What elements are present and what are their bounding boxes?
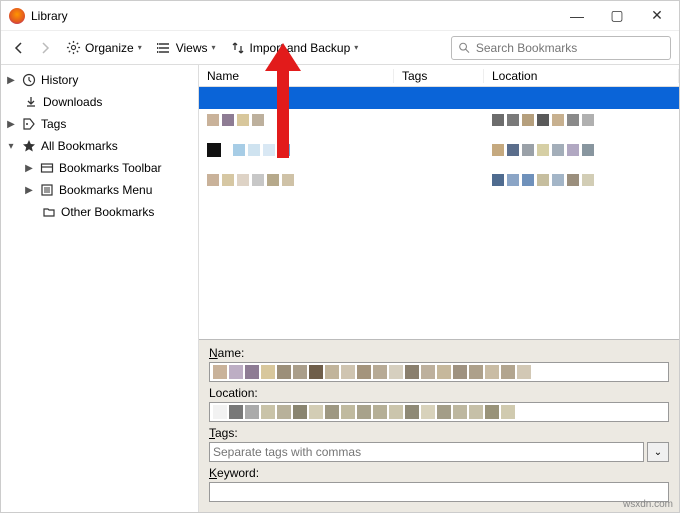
- expand-icon[interactable]: ▶: [23, 185, 35, 196]
- detail-tags-input[interactable]: [209, 442, 644, 462]
- menu-icon: [39, 182, 55, 198]
- views-label: Views: [176, 41, 208, 55]
- detail-name-field: Name:: [209, 346, 669, 382]
- gear-icon: [65, 40, 81, 56]
- watermark: wsxdn.com: [623, 499, 673, 510]
- chevron-down-icon: ▾: [212, 43, 216, 52]
- column-headers: Name Tags Location: [199, 65, 679, 87]
- sidebar-item-bookmarks-toolbar[interactable]: ▶ Bookmarks Toolbar: [1, 157, 198, 179]
- import-export-icon: [230, 40, 246, 56]
- titlebar: Library — ▢ ✕: [1, 1, 679, 31]
- folder-icon: [41, 204, 57, 220]
- sidebar-item-label: Bookmarks Menu: [59, 183, 152, 197]
- expand-icon[interactable]: ▶: [23, 163, 35, 174]
- forward-button[interactable]: [35, 38, 55, 58]
- sidebar-item-label: Tags: [41, 117, 66, 131]
- sidebar-item-tags[interactable]: ▶ Tags: [1, 113, 198, 135]
- back-button[interactable]: [9, 38, 29, 58]
- chevron-down-icon: ▾: [354, 43, 358, 52]
- sidebar: ▶ History Downloads ▶ Tags ▾ All Bookmar…: [1, 65, 199, 512]
- detail-tags-field: Tags: ⌄: [209, 426, 669, 462]
- search-box[interactable]: [451, 36, 671, 60]
- list-icon: [156, 40, 172, 56]
- import-backup-menu[interactable]: Import and Backup ▾: [226, 38, 363, 58]
- expand-icon[interactable]: ▶: [5, 119, 17, 130]
- sidebar-item-history[interactable]: ▶ History: [1, 69, 198, 91]
- close-button[interactable]: ✕: [637, 2, 677, 30]
- search-input[interactable]: [476, 41, 664, 55]
- sidebar-item-label: All Bookmarks: [41, 139, 118, 153]
- import-label: Import and Backup: [250, 41, 351, 55]
- column-name[interactable]: Name: [199, 69, 394, 83]
- app-icon: [9, 8, 25, 24]
- table-row[interactable]: [199, 169, 679, 191]
- content: Name Tags Location Name: Location: Tag: [199, 65, 679, 512]
- detail-keyword-label: Keyword:: [209, 466, 669, 480]
- sidebar-item-label: Other Bookmarks: [61, 205, 154, 219]
- detail-keyword-field: Keyword:: [209, 466, 669, 502]
- detail-tags-label: Tags:: [209, 426, 669, 440]
- sidebar-item-other-bookmarks[interactable]: Other Bookmarks: [1, 201, 198, 223]
- chevron-down-icon: ⌄: [654, 447, 662, 458]
- table-row[interactable]: [199, 87, 679, 109]
- views-menu[interactable]: Views ▾: [152, 38, 220, 58]
- forward-icon: [38, 41, 52, 55]
- organize-label: Organize: [85, 41, 134, 55]
- detail-location-label: Location:: [209, 386, 669, 400]
- detail-keyword-input[interactable]: [209, 482, 669, 502]
- tags-dropdown-button[interactable]: ⌄: [647, 442, 669, 462]
- history-icon: [21, 72, 37, 88]
- tag-icon: [21, 116, 37, 132]
- collapse-icon[interactable]: ▾: [5, 141, 17, 152]
- chevron-down-icon: ▾: [138, 43, 142, 52]
- sidebar-item-all-bookmarks[interactable]: ▾ All Bookmarks: [1, 135, 198, 157]
- detail-pane: Name: Location: Tags: ⌄ Keyword:: [199, 339, 679, 512]
- maximize-button[interactable]: ▢: [597, 2, 637, 30]
- toolbar-icon: [39, 160, 55, 176]
- download-icon: [23, 94, 39, 110]
- back-icon: [12, 41, 26, 55]
- sidebar-item-label: History: [41, 73, 78, 87]
- star-icon: [21, 138, 37, 154]
- toolbar: Organize ▾ Views ▾ Import and Backup ▾: [1, 31, 679, 65]
- expand-icon[interactable]: ▶: [5, 75, 17, 86]
- table-row[interactable]: [199, 109, 679, 131]
- organize-menu[interactable]: Organize ▾: [61, 38, 146, 58]
- sidebar-item-label: Bookmarks Toolbar: [59, 161, 162, 175]
- detail-location-field: Location:: [209, 386, 669, 422]
- table-row[interactable]: [199, 139, 679, 161]
- sidebar-item-label: Downloads: [43, 95, 102, 109]
- search-icon: [458, 41, 470, 54]
- window-title: Library: [31, 9, 557, 23]
- column-tags[interactable]: Tags: [394, 69, 484, 83]
- column-location[interactable]: Location: [484, 69, 679, 83]
- sidebar-item-bookmarks-menu[interactable]: ▶ Bookmarks Menu: [1, 179, 198, 201]
- detail-name-label: Name:: [209, 346, 669, 360]
- bookmark-list: [199, 87, 679, 191]
- detail-name-input[interactable]: [209, 362, 669, 382]
- minimize-button[interactable]: —: [557, 2, 597, 30]
- main: ▶ History Downloads ▶ Tags ▾ All Bookmar…: [1, 65, 679, 512]
- detail-location-input[interactable]: [209, 402, 669, 422]
- sidebar-item-downloads[interactable]: Downloads: [1, 91, 198, 113]
